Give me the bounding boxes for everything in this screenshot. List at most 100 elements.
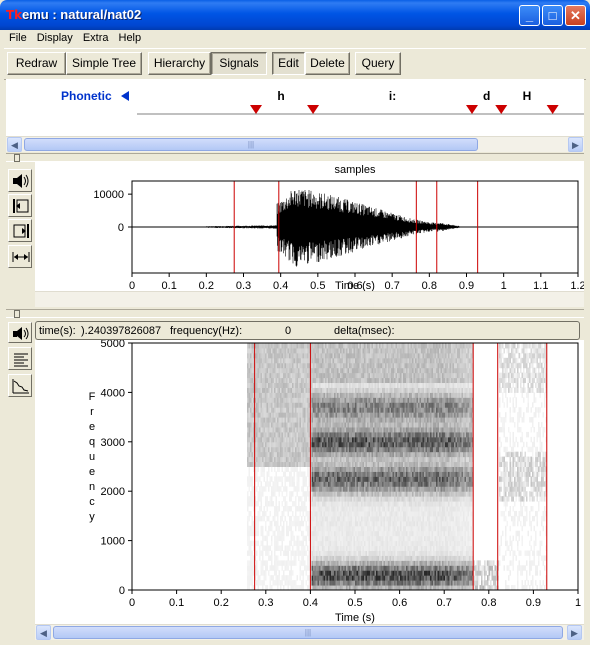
menu-display[interactable]: Display (32, 30, 78, 44)
spectrogram-cell (399, 368, 401, 373)
tier-collapse-icon[interactable] (121, 91, 129, 101)
waveform-chart[interactable]: samples 100000 0 0.1 0.2 0.3 0.4 0.5 0.6 0.7 0.8… (35, 161, 584, 291)
spectrogram-cell (339, 501, 341, 506)
spectrogram-cell (333, 378, 335, 383)
spectrogram-cell (273, 373, 275, 378)
spectrogram-cell (361, 570, 363, 575)
spectrogram-chart[interactable]: Frequency 500040003000200010000 0 0.1 0.2 0… (35, 340, 584, 624)
delete-button[interactable]: Delete (305, 52, 350, 75)
zoom-fit-button[interactable] (8, 245, 32, 268)
signals-button[interactable]: Signals (211, 52, 267, 75)
spectrogram-cell (369, 437, 371, 442)
spectrogram-cell (289, 491, 291, 496)
play-button[interactable] (8, 169, 32, 192)
spectrogram-cell (307, 452, 309, 457)
spectrogram-cell (357, 432, 359, 437)
spectrogram-cell (346, 550, 348, 555)
spectrogram-cell (343, 462, 345, 467)
spectrogram-cell (256, 452, 258, 457)
waveform-scrollbar[interactable] (35, 291, 584, 307)
spectrogram-cell (315, 467, 317, 472)
menu-extra[interactable]: Extra (78, 30, 114, 44)
scroll-thumb[interactable]: ||| (24, 138, 478, 151)
spectrogram-cell (387, 387, 389, 392)
spectrogram-cell (316, 457, 318, 462)
spectrogram-cell (360, 481, 362, 486)
spectrogram-cell (322, 442, 324, 447)
spectro-play-button[interactable] (8, 322, 32, 343)
title-bar[interactable]: Tk emu : natural/nat02 _ □ ✕ (0, 0, 590, 30)
spectrogram-cell (399, 467, 401, 472)
spectrogram-cell (354, 383, 356, 388)
spectrogram-cell (373, 541, 375, 546)
spectrogram-cell (400, 462, 402, 467)
spectrogram-cell (351, 486, 353, 491)
spectrogram-cell (364, 491, 366, 496)
pane-splitter-2[interactable] (6, 309, 584, 318)
spectrogram-cell (345, 580, 347, 585)
spectrogram-cell (354, 447, 356, 452)
tier-name[interactable]: Phonetic (61, 89, 112, 103)
zoom-right-button[interactable] (8, 219, 32, 242)
spectrogram-cell (316, 555, 318, 560)
spectrogram-cell (348, 462, 350, 467)
spectrogram-cell (337, 457, 339, 462)
simple-tree-button[interactable]: Simple Tree (66, 52, 142, 75)
spectrogram-cell (402, 437, 404, 442)
spectrogram-cell (333, 422, 335, 427)
query-button[interactable]: Query (355, 52, 401, 75)
spectrogram-cell (301, 531, 303, 536)
scroll-right-icon[interactable]: ▶ (568, 137, 583, 152)
spectrogram-cell (358, 541, 360, 546)
spectrogram-cell (399, 570, 401, 575)
spectrogram-cell (400, 501, 402, 506)
spectrogram-cell (370, 422, 372, 427)
x-tick-label: 0.4 (303, 597, 318, 609)
spectrogram-cell (390, 491, 392, 496)
spectrogram-cell (363, 491, 365, 496)
spectrogram-cell (339, 447, 341, 452)
format-button[interactable] (8, 347, 32, 370)
spectrogram-cell (351, 373, 353, 378)
spectrogram-cell (283, 462, 285, 467)
spectrogram-cell (304, 442, 306, 447)
spectrogram-cell (313, 526, 315, 531)
spectrogram-cell (361, 462, 363, 467)
maximize-button[interactable]: □ (542, 5, 563, 26)
tier-scrollbar[interactable]: ◀ ||| ▶ (6, 136, 584, 152)
spectrogram-cell (340, 521, 342, 526)
close-button[interactable]: ✕ (565, 5, 586, 26)
spectrogram-cell (358, 546, 360, 551)
spectrogram-cell (291, 392, 293, 397)
spectrogram-cell (319, 343, 321, 348)
hierarchy-button[interactable]: Hierarchy (148, 52, 211, 75)
spectrogram-cell (396, 526, 398, 531)
redraw-button[interactable]: Redraw (7, 52, 66, 75)
spectrogram-cell (388, 486, 390, 491)
spectrogram-cell (342, 392, 344, 397)
spectrogram-cell (270, 575, 272, 580)
spectrogram-cell (397, 580, 399, 585)
spectrogram-cell (316, 392, 318, 397)
spectrogram-cell (295, 486, 297, 491)
splitter-handle[interactable] (14, 154, 20, 162)
spectrogram-cell (349, 432, 351, 437)
analysis-button[interactable] (8, 374, 32, 397)
spectrogram-cell (375, 383, 377, 388)
zoom-left-button[interactable] (8, 194, 32, 217)
spectrogram-cell (330, 476, 332, 481)
splitter-handle-2[interactable] (14, 310, 20, 318)
menu-help[interactable]: Help (114, 30, 147, 44)
minimize-button[interactable]: _ (519, 5, 540, 26)
spectrogram-cell (307, 486, 309, 491)
menu-file[interactable]: File (4, 30, 32, 44)
spectrogram-cell (303, 422, 305, 427)
spectrogram-cell (312, 407, 314, 412)
spectrogram-cell (394, 442, 396, 447)
scroll-left-icon[interactable]: ◀ (7, 137, 22, 152)
spectrogram-cell (376, 437, 378, 442)
edit-button[interactable]: Edit (272, 52, 305, 75)
spectrogram-cell (322, 348, 324, 353)
spectrogram-cell (319, 353, 321, 358)
spectrogram-cell (352, 442, 354, 447)
